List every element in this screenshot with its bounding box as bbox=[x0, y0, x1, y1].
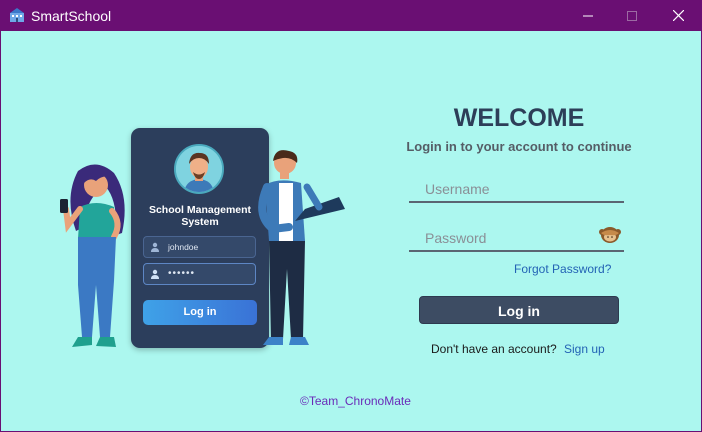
maximize-button[interactable] bbox=[609, 0, 655, 31]
title-bar[interactable]: SmartSchool bbox=[0, 0, 702, 31]
user-icon bbox=[151, 242, 159, 252]
minimize-button[interactable] bbox=[565, 0, 611, 31]
close-icon bbox=[672, 10, 684, 21]
man-figure-illustration bbox=[258, 150, 345, 345]
app-window: SmartSchool School Management System joh… bbox=[0, 0, 702, 432]
minimize-icon bbox=[583, 15, 593, 16]
forgot-password-link[interactable]: Forgot Password? bbox=[514, 262, 611, 276]
illustration-password-field: •••••• bbox=[143, 263, 256, 285]
login-subtitle: Login in to your account to continue bbox=[406, 139, 632, 154]
footer-credit: ©Team_ChronoMate bbox=[300, 394, 411, 408]
welcome-heading: WELCOME bbox=[453, 104, 585, 132]
maximize-icon bbox=[627, 10, 637, 21]
illustration-username-value: johndoe bbox=[168, 242, 199, 252]
illustration-login-button: Log in bbox=[143, 300, 257, 325]
close-button[interactable] bbox=[655, 0, 701, 31]
signup-link[interactable]: Sign up bbox=[564, 342, 605, 356]
username-field[interactable] bbox=[409, 179, 624, 203]
password-input[interactable] bbox=[409, 228, 605, 248]
username-input[interactable] bbox=[409, 179, 605, 199]
user-icon bbox=[151, 269, 159, 279]
password-field[interactable] bbox=[409, 227, 624, 252]
illustration-username-field: johndoe bbox=[143, 236, 256, 258]
window-title: SmartSchool bbox=[31, 8, 112, 24]
school-icon bbox=[10, 8, 24, 22]
login-content: School Management System johndoe •••••• … bbox=[1, 31, 701, 431]
avatar-icon bbox=[174, 144, 224, 194]
illustration-password-value: •••••• bbox=[168, 268, 196, 279]
login-button[interactable]: Log in bbox=[419, 296, 619, 324]
show-password-monkey-icon[interactable] bbox=[598, 223, 622, 245]
signup-prompt: Don't have an account? bbox=[431, 342, 557, 356]
woman-figure-illustration bbox=[60, 164, 125, 347]
